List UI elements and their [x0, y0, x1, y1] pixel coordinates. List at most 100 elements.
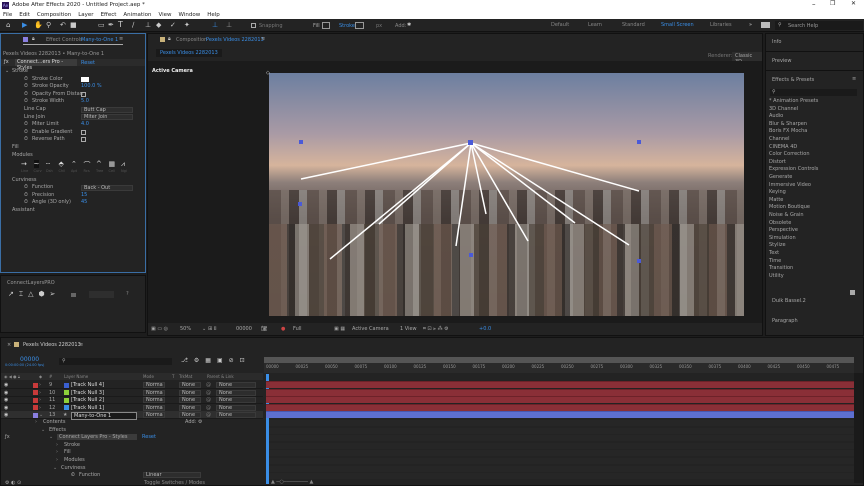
axis-world-icon[interactable]: ⊥	[226, 21, 232, 29]
fill-swatch[interactable]	[322, 22, 330, 29]
effect-controls-tab[interactable]: Effect Controls	[46, 37, 83, 43]
more-workspaces-icon[interactable]: »	[749, 22, 752, 28]
stopwatch-icon[interactable]: ⏱	[24, 184, 28, 191]
prop-effect[interactable]: Connect Layers Pro - Styles	[57, 434, 137, 441]
trkmat-dropdown[interactable]: None	[179, 397, 201, 404]
effects-category[interactable]: Matte	[769, 197, 783, 204]
brush-tool-icon[interactable]: ∕	[132, 21, 134, 29]
search-help-input[interactable]: ⚲ Search Help	[775, 21, 863, 30]
prop-effects[interactable]: Effects	[49, 427, 66, 433]
pickwhip-icon[interactable]: @	[206, 411, 211, 419]
effect-reset-button[interactable]: Reset	[142, 434, 156, 440]
stopwatch-icon[interactable]: ⏱	[24, 129, 28, 136]
panel-menu-icon[interactable]: ≡	[852, 76, 856, 82]
eraser-tool-icon[interactable]: ◆	[156, 21, 161, 29]
module-ngl-icon[interactable]: ⩘	[121, 160, 125, 169]
color-channel-icon[interactable]: ●	[281, 324, 285, 335]
module-apt-icon[interactable]: ⌃	[71, 160, 77, 168]
prop-checkbox[interactable]	[81, 129, 86, 135]
trkmat-dropdown[interactable]: None	[179, 404, 201, 411]
menu-edit[interactable]: Edit	[19, 12, 30, 18]
modules-group[interactable]: Modules	[12, 152, 33, 159]
close-tab-icon[interactable]: ×	[7, 342, 11, 348]
assistant-group[interactable]: Assistant	[12, 207, 35, 214]
stopwatch-icon[interactable]: ⏱	[24, 98, 28, 105]
effects-category[interactable]: Boris FX Mocha	[769, 128, 807, 135]
expand-arrow-icon[interactable]: ⌄	[49, 434, 53, 440]
paragraph-panel-tab[interactable]: Paragraph	[772, 318, 798, 324]
panel-menu-icon[interactable]: ≡	[261, 36, 265, 42]
stopwatch-icon[interactable]: ⏱	[71, 472, 75, 478]
comp-subtab[interactable]: Pexels Videos 2282013	[156, 49, 222, 57]
effects-category[interactable]: Channel	[769, 136, 790, 143]
visibility-icon[interactable]: ◉	[4, 411, 8, 419]
menu-animation[interactable]: Animation	[123, 12, 151, 18]
layer-duration-bar[interactable]	[266, 403, 854, 411]
menu-layer[interactable]: Layer	[78, 12, 93, 18]
layer-duration-bar[interactable]	[266, 411, 854, 419]
preset-dropdown[interactable]	[89, 291, 114, 298]
layer-name[interactable]: Many-to-One 1	[71, 412, 137, 421]
stopwatch-icon[interactable]: ⏱	[24, 121, 28, 128]
camera-dropdown[interactable]: Active Camera	[352, 324, 389, 335]
parent-dropdown[interactable]: None	[216, 404, 256, 411]
effects-category[interactable]: Simulation	[769, 235, 796, 242]
prop-contents[interactable]: Contents	[43, 419, 66, 425]
effects-category[interactable]: Keying	[769, 189, 786, 196]
layer-duration-bar[interactable]	[266, 396, 854, 404]
lock-icon[interactable]: 🔒︎	[168, 36, 171, 42]
snapping-checkbox[interactable]	[251, 23, 256, 28]
effects-category[interactable]: Distort	[769, 159, 786, 166]
prop-value[interactable]: 100.0 %	[81, 83, 102, 90]
trkmat-dropdown[interactable]: None	[179, 412, 201, 419]
trkmat-dropdown[interactable]: None	[179, 382, 201, 388]
effects-category[interactable]: CINEMA 4D	[769, 144, 797, 151]
fill-label[interactable]: Fill	[313, 23, 320, 29]
region-icon[interactable]: ▣ ▦	[334, 324, 345, 335]
parent-dropdown[interactable]: None	[216, 412, 256, 419]
prop-value[interactable]: 15	[81, 192, 87, 199]
expand-arrow-icon[interactable]: ›	[56, 449, 58, 455]
workspace-small-screen[interactable]: Small Screen	[661, 22, 694, 28]
layer-duration-bar[interactable]	[266, 388, 854, 396]
layer-search-input[interactable]: ⚲	[59, 358, 172, 365]
menu-window[interactable]: Window	[179, 12, 201, 18]
expand-arrow-icon[interactable]: ›	[35, 419, 37, 425]
label-color[interactable]	[33, 382, 38, 388]
workspace-menu-icon[interactable]	[761, 22, 770, 28]
info-panel-tab[interactable]: Info	[772, 39, 781, 45]
stopwatch-icon[interactable]: ⏱	[24, 199, 28, 206]
close-button[interactable]: ✕	[851, 0, 856, 7]
mode-dropdown[interactable]: Norma	[143, 382, 165, 388]
lock-icon[interactable]: 🔒︎	[32, 36, 35, 42]
panel-menu-icon[interactable]: ≡	[119, 36, 123, 42]
effects-category[interactable]: Time	[769, 258, 781, 265]
parent-dropdown[interactable]: None	[216, 382, 256, 388]
prop-fill[interactable]: Fill	[64, 449, 71, 455]
menu-view[interactable]: View	[158, 12, 171, 18]
effects-category[interactable]: Utility	[769, 273, 784, 280]
option-icon[interactable]	[71, 293, 76, 297]
grid-icon[interactable]: ⊞ ⌷	[208, 324, 217, 335]
module-dsh-icon[interactable]: ┄	[46, 160, 50, 168]
camera-anchor-icon[interactable]: ◇	[266, 70, 270, 76]
prop-value[interactable]: 5.0	[81, 98, 89, 105]
effects-category[interactable]: Transition	[769, 265, 793, 272]
panel-menu-icon[interactable]: ≡	[79, 342, 83, 348]
trkmat-dropdown[interactable]: None	[179, 389, 201, 396]
timecode[interactable]: 00000	[236, 324, 252, 335]
stroke-swatch[interactable]	[355, 22, 364, 29]
label-color[interactable]	[33, 390, 38, 396]
prop-stroke[interactable]: Stroke	[64, 442, 80, 448]
resolution-dropdown[interactable]: Full	[293, 324, 302, 335]
timeline-scrollbar[interactable]	[854, 373, 863, 483]
module-chil-icon[interactable]: ⬘	[59, 160, 64, 168]
stopwatch-icon[interactable]: ⏱	[24, 76, 28, 83]
prop-value[interactable]: 45	[81, 199, 87, 206]
effects-category[interactable]: Immersive Video	[769, 182, 811, 189]
prop-curviness[interactable]: Curviness	[61, 465, 86, 471]
camera-tool-icon[interactable]: ■	[70, 21, 77, 29]
effects-category[interactable]: Perspective	[769, 227, 798, 234]
effect-name[interactable]: Connect...ers Pro - Styles	[15, 59, 77, 71]
add-gear-icon[interactable]: ✱	[407, 22, 411, 28]
